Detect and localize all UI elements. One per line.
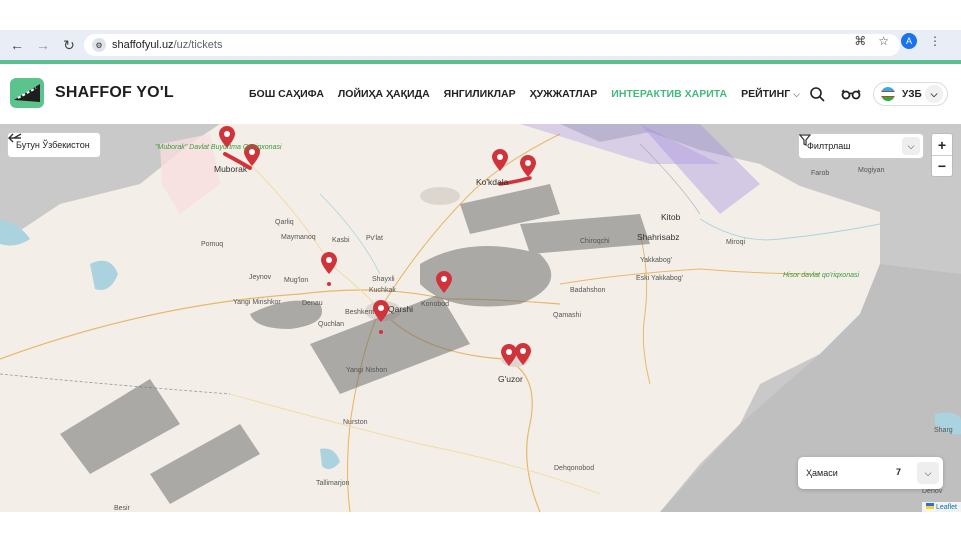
map-pin[interactable] xyxy=(520,155,536,177)
accessibility-glasses-icon[interactable] xyxy=(838,83,864,105)
map-label-town: Nurston xyxy=(343,419,368,426)
map-label-town: Jeynov xyxy=(249,274,272,281)
map-label-city: Muborak xyxy=(214,164,248,174)
map-pin[interactable] xyxy=(373,300,389,322)
map-label-town: Kuchkak xyxy=(369,287,396,294)
map-label-town: Sharg xyxy=(934,427,953,434)
map-label-town: Pv'lat xyxy=(366,235,383,242)
chevron-down-icon[interactable]: ⌵ xyxy=(917,462,939,484)
map-label-mubarek-reserve: "Muborak" Davlat Buyurtma Qo'riqxonasi xyxy=(155,144,282,151)
bookmark-star-icon[interactable]: ☆ xyxy=(878,34,889,48)
map-label-town: Yangi Nishon xyxy=(346,367,388,374)
map-pin[interactable] xyxy=(515,343,531,365)
total-count: 7 xyxy=(896,467,902,477)
attribution-link[interactable]: Leaflet xyxy=(936,504,957,511)
nav-item-home[interactable]: БОШ САҲИФА xyxy=(249,88,324,100)
language-selector[interactable]: УЗБ ⌵ xyxy=(873,82,948,106)
bottom-strip xyxy=(0,512,961,540)
nav-item-documents[interactable]: ҲУЖЖАТЛАР xyxy=(530,88,598,100)
back-button-label: Бутун Ўзбекистон xyxy=(16,140,90,150)
translate-icon[interactable]: ⌘ xyxy=(854,34,866,48)
map-label-town: Yangi Mirishkor xyxy=(233,299,281,306)
ukraine-flag-icon xyxy=(925,503,934,509)
map-pin[interactable] xyxy=(492,149,508,171)
zoom-control: + − xyxy=(931,133,953,177)
browser-toolbar: ← → ↻ ⚙ shaffofyul.uz /uz/tickets ⌘ ☆ A … xyxy=(0,30,961,60)
map-label-town: Besir xyxy=(114,505,130,512)
map-label-town: Mug'lon xyxy=(284,277,309,284)
map-label-town: Qamashi xyxy=(553,312,582,319)
filter-label: Филтрлаш xyxy=(807,141,851,151)
uzbekistan-flag-icon xyxy=(881,87,895,101)
site-info-icon[interactable]: ⚙ xyxy=(92,38,106,52)
map-label-town: Beshkent xyxy=(345,309,375,316)
map-label-city: Ko'kdala xyxy=(476,177,509,187)
map-label-city: G'uzor xyxy=(498,374,523,384)
zoom-in-button[interactable]: + xyxy=(932,134,952,155)
map-pin[interactable] xyxy=(321,252,337,274)
map-label-town: Denau xyxy=(302,300,323,307)
map-label-town: Farob xyxy=(811,170,830,177)
url-host: shaffofyul.uz xyxy=(112,39,174,51)
map-label-town: Quchlan xyxy=(318,321,345,328)
logo-icon[interactable] xyxy=(10,78,44,108)
reload-icon[interactable]: ↻ xyxy=(56,32,82,58)
interactive-map[interactable]: "Muborak" Davlat Buyurtma Qo'riqxonasi M… xyxy=(0,124,961,512)
chevron-down-icon: ⌵ xyxy=(902,137,920,155)
map-label-town: Badahshon xyxy=(570,287,606,294)
map-label-town: Denov xyxy=(922,488,943,495)
map-label-city: Qarshi xyxy=(388,304,414,314)
map-label-town: Konobod xyxy=(421,301,450,308)
top-strip xyxy=(0,0,961,30)
zoom-out-button[interactable]: − xyxy=(932,155,952,176)
chevron-down-icon: ⌵ xyxy=(925,85,943,103)
map-label-city: Shahrisabz xyxy=(637,232,680,242)
address-bar[interactable]: ⚙ shaffofyul.uz /uz/tickets xyxy=(84,34,900,56)
map-label-town: Qarliq xyxy=(275,219,294,226)
forward-arrow-icon[interactable]: → xyxy=(30,32,56,58)
menu-dots-icon[interactable]: ⋮ xyxy=(929,34,941,48)
search-icon[interactable] xyxy=(804,83,830,105)
logo-text[interactable]: SHAFFOF YO'L xyxy=(55,84,174,102)
main-nav: БОШ САҲИФА ЛОЙИҲА ҲАҚИДА ЯНГИЛИКЛАР ҲУЖЖ… xyxy=(249,88,800,100)
total-label: Ҳамаси xyxy=(806,468,838,478)
map-label-town: Kasbi xyxy=(332,237,350,244)
map-label-town: Eski Yakkabog' xyxy=(636,275,683,282)
profile-avatar[interactable]: A xyxy=(901,33,917,49)
language-label: УЗБ xyxy=(902,88,922,100)
map-label-town: Chiroqchi xyxy=(580,238,610,245)
filter-dropdown[interactable]: Филтрлаш ⌵ xyxy=(798,133,924,159)
nav-item-rating[interactable]: РЕЙТИНГ ⌵ xyxy=(741,88,800,100)
map-label-town: Tallimarjon xyxy=(316,480,350,487)
map-label-town: Pomuq xyxy=(201,241,224,248)
nav-item-interactive-map[interactable]: ИНТЕРАКТИВ ХАРИТА xyxy=(611,88,727,100)
map-label-hisor-reserve: Hisor davlat qo'riqxonasi xyxy=(783,272,860,279)
map-attribution[interactable]: Leaflet xyxy=(921,502,961,512)
map-label-town: Miroqi xyxy=(726,239,746,246)
map-label-town: Mogiyan xyxy=(858,167,885,174)
back-arrow-icon xyxy=(8,133,22,143)
map-pin[interactable] xyxy=(436,271,452,293)
back-arrow-icon[interactable]: ← xyxy=(4,32,30,58)
nav-item-news[interactable]: ЯНГИЛИКЛАР xyxy=(444,88,516,100)
map-label-town: Maymanoq xyxy=(281,234,316,241)
map-label-town: Dehqonobod xyxy=(554,465,595,472)
map-label-town: Yakkabog' xyxy=(640,257,672,264)
map-label-town: Shayxli xyxy=(372,276,395,283)
url-path: /uz/tickets xyxy=(173,39,223,51)
chevron-down-icon: ⌵ xyxy=(793,89,800,99)
total-count-panel[interactable]: Ҳамаси 7 ⌵ xyxy=(798,457,943,489)
whole-uzbekistan-button[interactable]: Бутун Ўзбекистон xyxy=(7,132,101,158)
site-header: SHAFFOF YO'L БОШ САҲИФА ЛОЙИҲА ҲАҚИДА ЯН… xyxy=(0,64,961,124)
nav-item-about[interactable]: ЛОЙИҲА ҲАҚИДА xyxy=(338,88,430,100)
map-label-city: Kitob xyxy=(661,212,681,222)
filter-icon xyxy=(799,134,811,146)
nav-item-rating-label: РЕЙТИНГ xyxy=(741,88,791,100)
